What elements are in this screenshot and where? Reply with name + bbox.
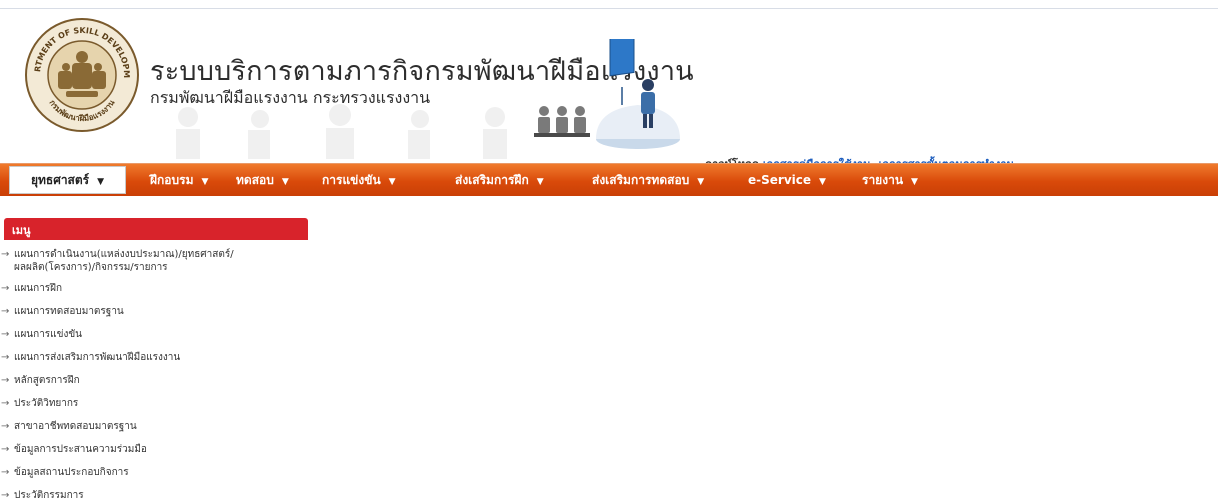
arrow-right-icon: →	[1, 306, 10, 317]
menu-item-competition-plan[interactable]: → แผนการแข่งขัน	[0, 328, 320, 341]
nav-label: ยุทธศาสตร์	[30, 173, 90, 187]
menu-item-establishment-data[interactable]: → ข้อมูลสถานประกอบกิจการ	[0, 466, 320, 479]
caret-down-icon: ▼	[911, 177, 918, 187]
menu-item-label: สาขาอาชีพทดสอบมาตรฐาน	[14, 421, 137, 432]
arrow-right-icon: →	[1, 490, 10, 501]
nav-item-testing[interactable]: ทดสอบ ▼	[236, 164, 289, 196]
nav-label: ฝึกอบรม	[150, 173, 194, 187]
nav-item-training[interactable]: ฝึกอบรม ▼	[150, 164, 208, 196]
nav-item-strategy[interactable]: ยุทธศาสตร์ ▼	[9, 166, 126, 194]
arrow-right-icon: →	[1, 467, 10, 478]
nav-label: ส่งเสริมการฝึก	[455, 173, 529, 187]
nav-label: ส่งเสริมการทดสอบ	[592, 173, 690, 187]
arrow-right-icon: →	[1, 329, 10, 340]
arrow-right-icon: →	[1, 283, 10, 294]
menu-item-label: ประวัติกรรมการ	[14, 490, 84, 501]
menu-item-label: แผนการทดสอบมาตรฐาน	[14, 306, 124, 317]
caret-down-icon: ▼	[819, 177, 826, 187]
menu-item-label: แผนการส่งเสริมการพัฒนาฝีมือแรงงาน	[14, 352, 181, 363]
nav-label: e-Service	[748, 173, 812, 187]
menu-item-standard-test-plan[interactable]: → แผนการทดสอบมาตรฐาน	[0, 305, 320, 318]
caret-down-icon: ▼	[97, 177, 105, 187]
department-seal-logo: DEPARTMENT OF SKILL DEVELOPMENT กรมพัฒนา…	[22, 15, 139, 132]
arrow-right-icon: →	[1, 249, 10, 260]
caret-down-icon: ▼	[201, 177, 209, 187]
arrow-right-icon: →	[1, 421, 10, 432]
menu-item-label: หลักสูตรการฝึก	[14, 375, 80, 386]
site-subtitle: กรมพัฒนาฝีมือแรงงาน กระทรวงแรงงาน	[150, 88, 431, 107]
menu-item-cooperation-data[interactable]: → ข้อมูลการประสานความร่วมมือ	[0, 443, 320, 456]
nav-item-testing-promotion[interactable]: ส่งเสริมการทดสอบ ▼	[592, 164, 704, 196]
menu-header: เมนู	[4, 218, 308, 240]
arrow-right-icon: →	[1, 444, 10, 455]
nav-label: ทดสอบ	[236, 173, 274, 187]
nav-item-eservice[interactable]: e-Service ▼	[748, 164, 826, 196]
presentation-illustration	[534, 39, 680, 149]
nav-item-training-promotion[interactable]: ส่งเสริมการฝึก ▼	[455, 164, 544, 196]
arrow-right-icon: →	[1, 352, 10, 363]
menu-item-occupation-branch[interactable]: → สาขาอาชีพทดสอบมาตรฐาน	[0, 420, 320, 433]
menu-item-label: แผนการฝึก	[14, 283, 63, 294]
menu-item-label: ประวัติวิทยากร	[14, 398, 79, 409]
caret-down-icon: ▼	[281, 177, 289, 187]
arrow-right-icon: →	[1, 398, 10, 409]
menu-item-committee-profile[interactable]: → ประวัติกรรมการ	[0, 489, 320, 502]
caret-down-icon: ▼	[536, 177, 544, 187]
menu-item-training-curriculum[interactable]: → หลักสูตรการฝึก	[0, 374, 320, 387]
menu-item-skill-promotion-plan[interactable]: → แผนการส่งเสริมการพัฒนาฝีมือแรงงาน	[0, 351, 320, 364]
menu-item-instructor-profile[interactable]: → ประวัติวิทยากร	[0, 397, 320, 410]
nav-label: การแข่งขัน	[322, 173, 381, 187]
main-nav: ยุทธศาสตร์ ▼ ฝึกอบรม ▼ ทดสอบ ▼ การแข่งขัน ▼ …	[0, 163, 1218, 196]
caret-down-icon: ▼	[697, 177, 705, 187]
menu-title: เมนู	[12, 224, 31, 237]
menu-item-label: ข้อมูลสถานประกอบกิจการ	[14, 467, 129, 478]
menu-item-operation-plan[interactable]: → แผนการดำเนินงาน(แหล่งงบประมาณ)/ยุทธศาส…	[0, 248, 264, 274]
site-header: DEPARTMENT OF SKILL DEVELOPMENT กรมพัฒนา…	[0, 9, 1218, 171]
caret-down-icon: ▼	[388, 177, 396, 187]
arrow-right-icon: →	[1, 375, 10, 386]
nav-item-reports[interactable]: รายงาน ▼	[862, 164, 918, 196]
nav-item-competition[interactable]: การแข่งขัน ▼	[322, 164, 396, 196]
menu-item-label: ข้อมูลการประสานความร่วมมือ	[14, 444, 147, 455]
nav-label: รายงาน	[862, 173, 904, 187]
menu-item-label: แผนการดำเนินงาน(แหล่งงบประมาณ)/ยุทธศาสตร…	[14, 249, 234, 273]
side-menu: → แผนการดำเนินงาน(แหล่งงบประมาณ)/ยุทธศาส…	[0, 248, 320, 502]
menu-item-label: แผนการแข่งขัน	[14, 329, 83, 340]
menu-item-training-plan[interactable]: → แผนการฝึก	[0, 282, 320, 295]
